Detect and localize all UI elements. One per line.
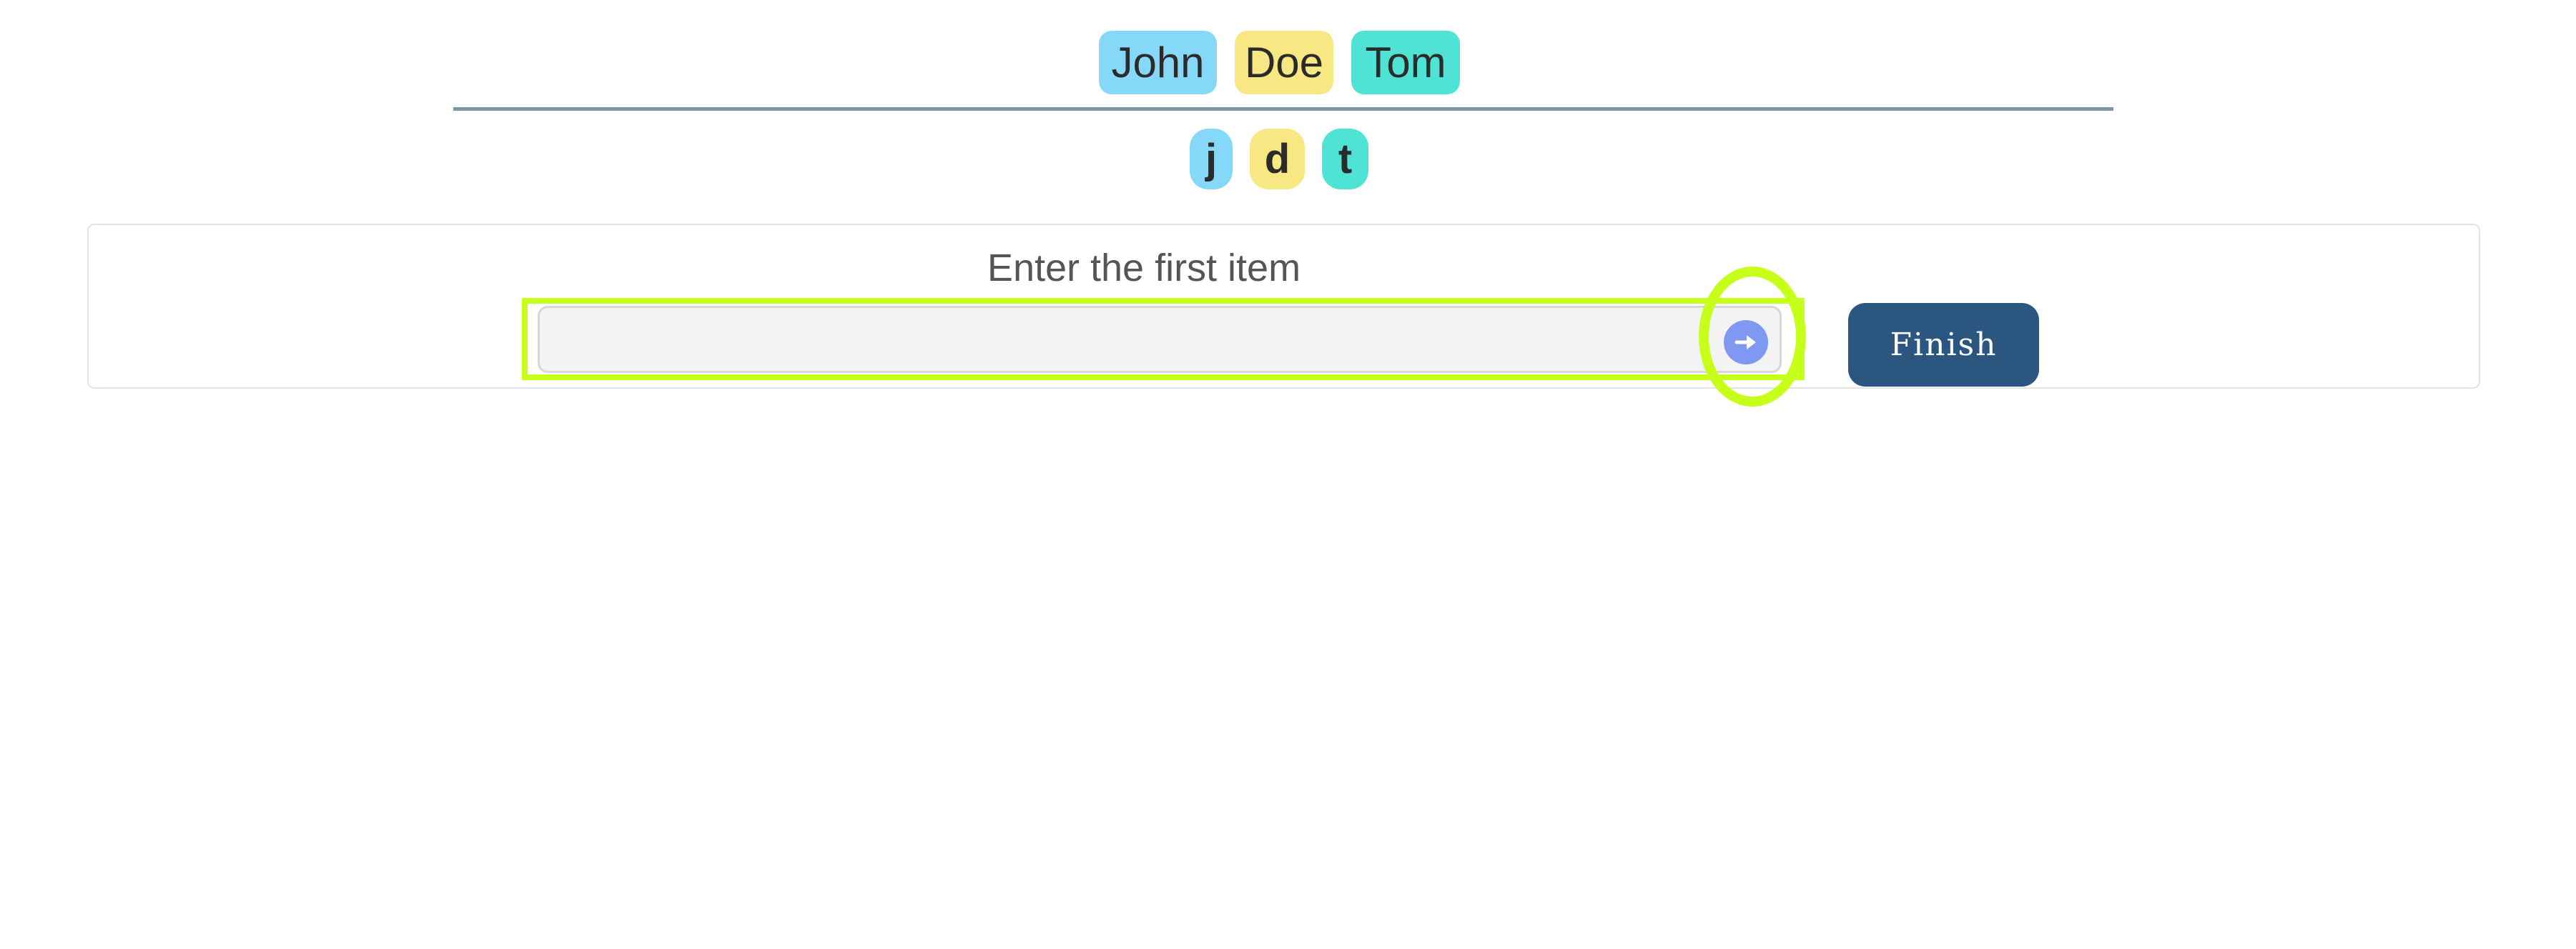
finish-button[interactable]: Finish xyxy=(1848,303,2039,387)
input-highlight-rectangle xyxy=(522,298,1805,380)
initial-chip-t: t xyxy=(1322,129,1368,189)
name-chip-john: John xyxy=(1099,31,1217,94)
name-chip-tom: Tom xyxy=(1351,31,1460,94)
entry-prompt: Enter the first item xyxy=(987,247,1301,289)
submit-highlight-ellipse xyxy=(1699,267,1806,407)
divider xyxy=(453,107,2113,111)
initial-chip-d: d xyxy=(1250,129,1305,189)
name-chip-doe: Doe xyxy=(1235,31,1333,94)
initial-chip-j: j xyxy=(1190,129,1233,189)
